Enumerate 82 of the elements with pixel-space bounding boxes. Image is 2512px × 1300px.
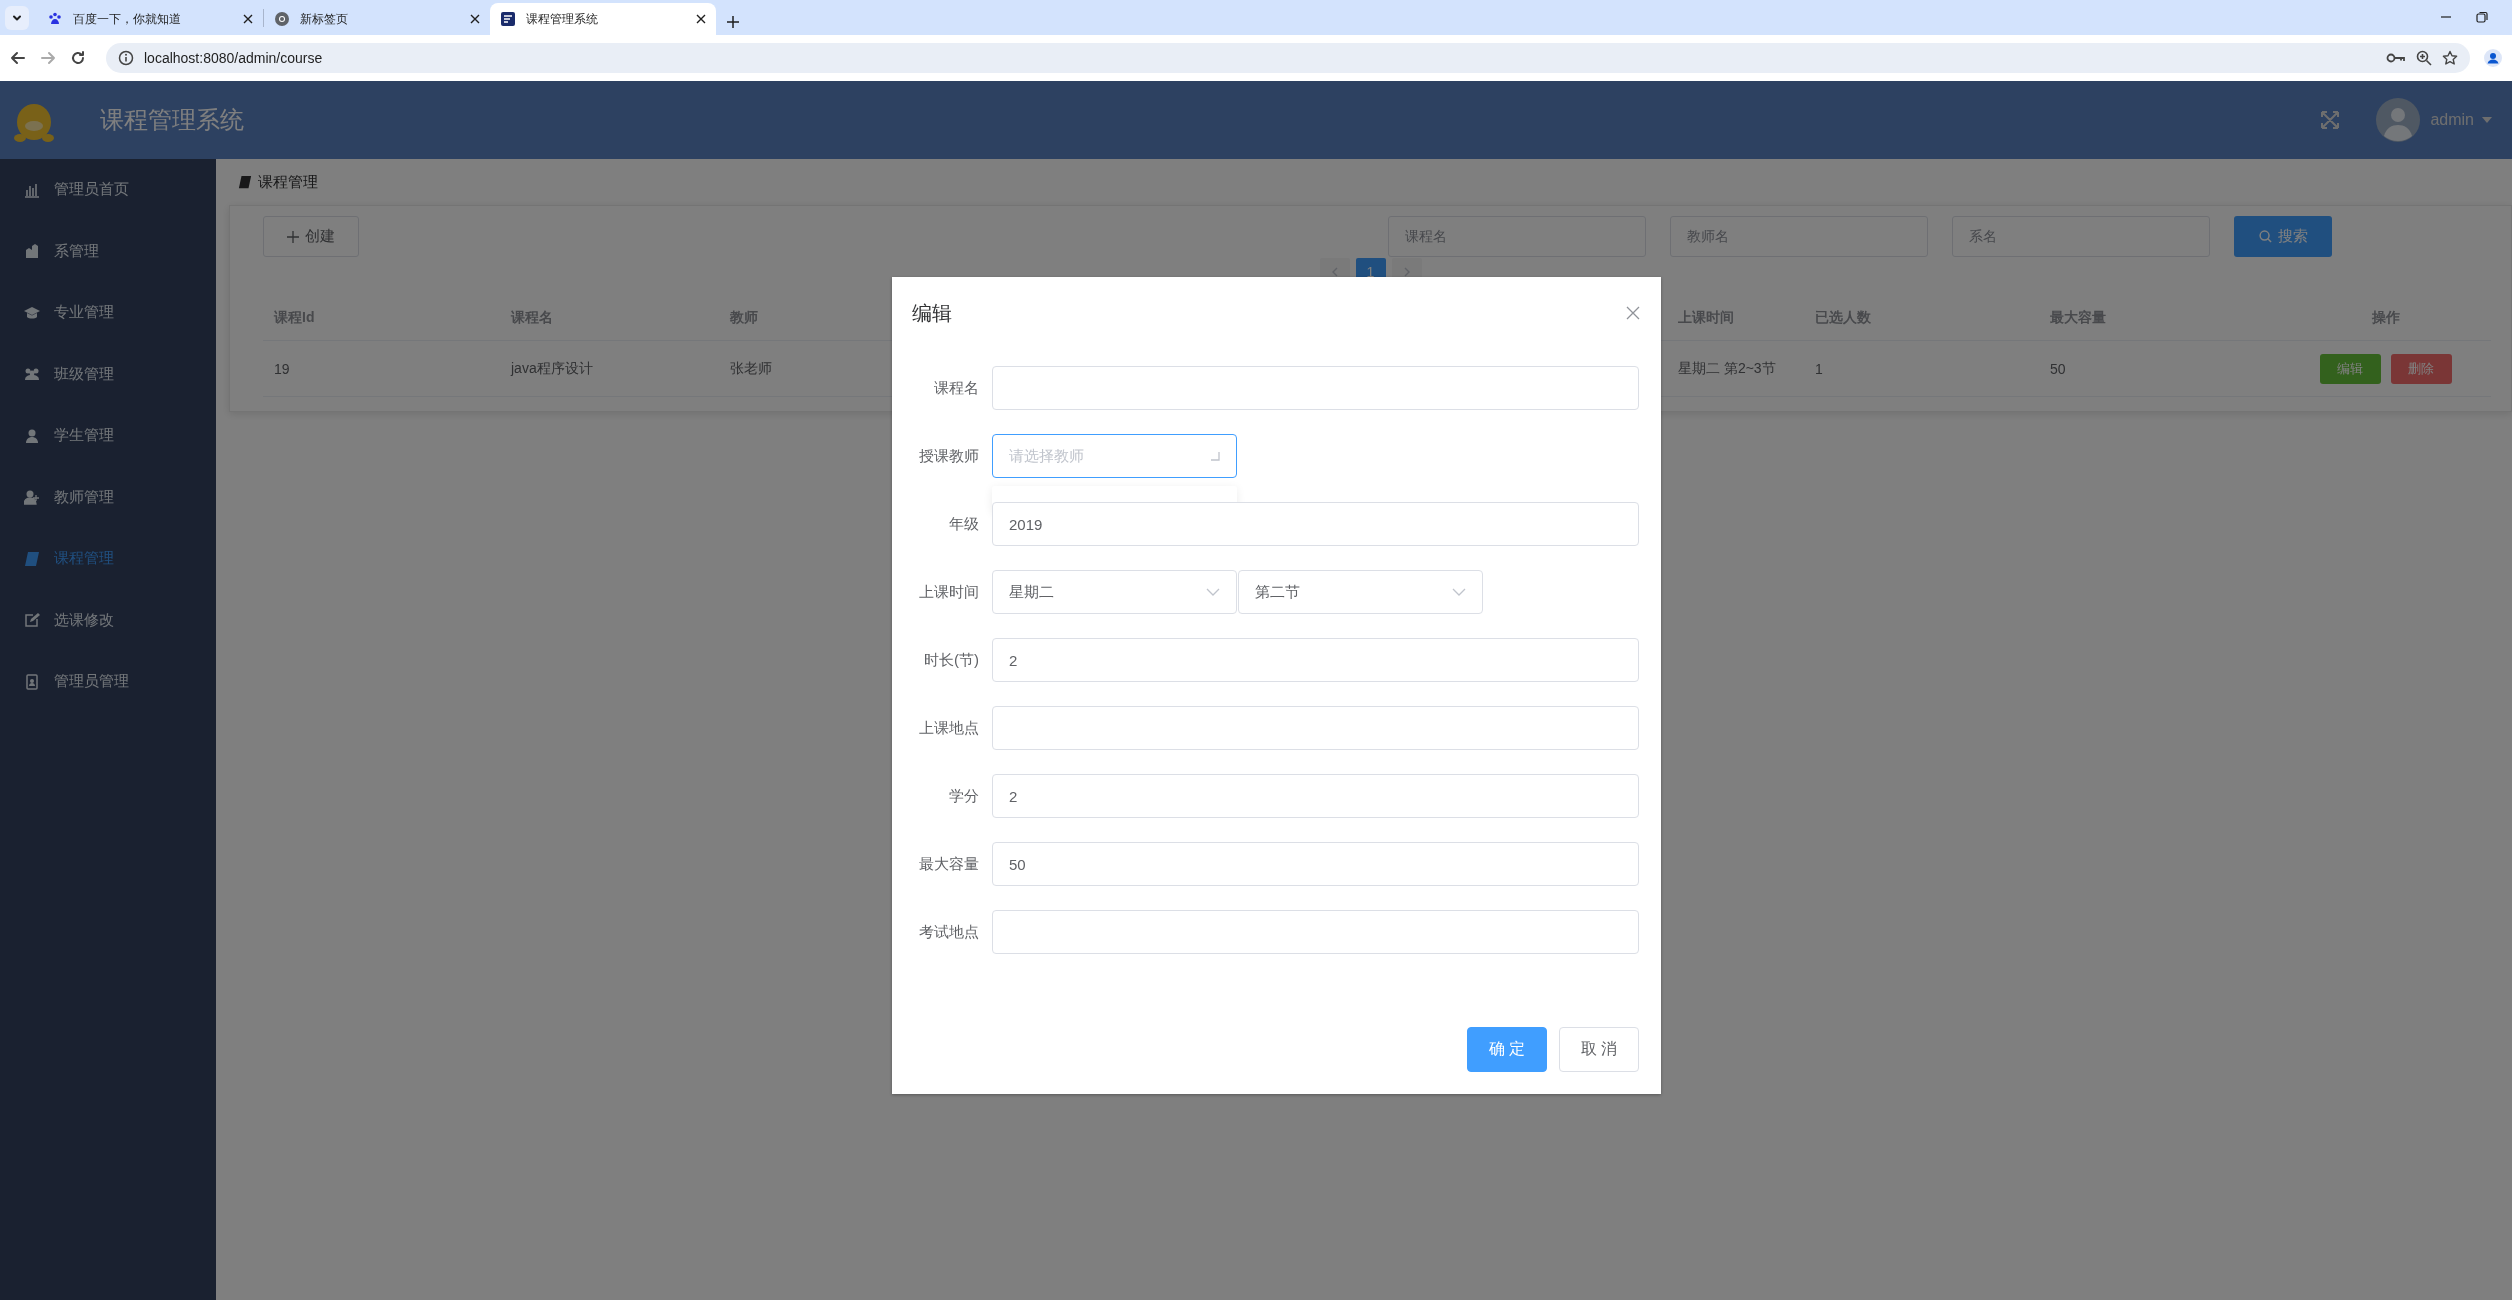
building-icon [24,243,40,260]
profile-icon[interactable] [2484,49,2502,67]
chevron-down-icon [1452,588,1466,596]
select-field[interactable]: 第二节 [1238,570,1483,614]
back-icon[interactable] [10,50,26,66]
zoom-icon[interactable] [2416,50,2432,66]
document-icon [500,11,516,27]
field-label: 上课地点 [918,718,979,738]
text-field[interactable]: 2 [992,638,1639,682]
person-icon [24,427,40,444]
table-cell: 19 [274,360,290,377]
globe-icon [274,11,290,27]
cancel-button[interactable]: 取 消 [1559,1027,1639,1072]
table-cell: 1 [1815,360,1823,377]
chevron-right-icon [1402,267,1411,277]
person-plus-icon [24,489,40,506]
table-cell: 张老师 [730,359,772,378]
table-cell: 50 [2050,360,2066,377]
key-icon[interactable] [2386,51,2406,65]
paw-icon [47,11,63,27]
app-title: 课程管理系统 [100,105,244,135]
text-field[interactable]: 50 [992,842,1639,886]
sidebar-item[interactable]: 专业管理 [0,282,216,344]
bar-chart-icon [24,181,40,198]
confirm-button[interactable]: 确 定 [1467,1027,1547,1072]
dialog-title: 编辑 [912,300,952,326]
search-field[interactable]: 系名 [1952,216,2210,257]
sidebar-item[interactable]: 学生管理 [0,405,216,467]
star-icon[interactable] [2442,50,2458,66]
badge-icon [24,673,40,690]
table-cell: 星期二 第2~3节 [1678,359,1776,378]
caret-icon [2482,117,2492,123]
field-label: 时长(节) [923,650,979,670]
browser-tab[interactable]: 课程管理系统 [490,3,716,35]
delete-button[interactable]: 删除 [2390,353,2452,384]
plus-icon[interactable] [726,15,740,29]
sidebar-item[interactable]: 班级管理 [0,343,216,405]
sidebar-item[interactable]: 管理员首页 [0,159,216,221]
tab-list-button[interactable] [5,6,29,30]
field-label: 课程名 [933,378,979,398]
edit-button[interactable]: 编辑 [2319,353,2381,384]
field-label: 年级 [948,514,979,534]
table-cell: java程序设计 [511,359,593,378]
field-label: 最大容量 [918,854,979,874]
people-icon [24,366,40,383]
field-label: 学分 [948,786,979,806]
sidebar-item[interactable]: 课程管理 [0,528,216,590]
sidebar-item[interactable]: 教师管理 [0,466,216,528]
select-field[interactable]: 星期二 [992,570,1237,614]
field-label: 考试地点 [918,922,979,942]
book-icon [24,550,40,567]
text-field[interactable]: 2 [992,774,1639,818]
field-label: 上课时间 [918,582,979,602]
search-field[interactable]: 课程名 [1388,216,1646,257]
book-icon [238,175,252,189]
address-bar[interactable]: localhost:8080/admin/course [106,43,2470,73]
sidebar-item[interactable]: 管理员管理 [0,651,216,713]
sidebar-item[interactable]: 系管理 [0,220,216,282]
browser-tab[interactable]: 百度一下，你就知道 [37,3,263,35]
restore-icon[interactable] [2476,11,2488,23]
user-menu[interactable]: admin [2430,111,2492,129]
plus-icon [287,230,299,243]
chevron-down-icon [1206,588,1220,596]
text-field[interactable] [992,366,1639,410]
search-button[interactable]: 搜索 [2234,216,2332,257]
close-icon[interactable] [243,14,253,24]
browser-tab[interactable]: 新标签页 [264,3,490,35]
info-icon[interactable] [118,50,134,66]
create-button[interactable]: 创建 [263,216,359,257]
graduation-cap-icon [24,304,40,321]
close-icon[interactable] [470,14,480,24]
reload-icon[interactable] [70,50,86,66]
field-label: 授课教师 [918,446,979,466]
edit-icon [24,612,40,629]
close-icon[interactable] [696,14,706,24]
text-field[interactable] [992,910,1639,954]
search-icon [2258,230,2272,243]
breadcrumb[interactable]: 课程管理 [258,172,318,192]
text-field[interactable] [992,706,1639,750]
sidebar-item[interactable]: 选课修改 [0,589,216,651]
chevron-left-icon [1330,267,1339,277]
text-field[interactable]: 2019 [992,502,1639,546]
